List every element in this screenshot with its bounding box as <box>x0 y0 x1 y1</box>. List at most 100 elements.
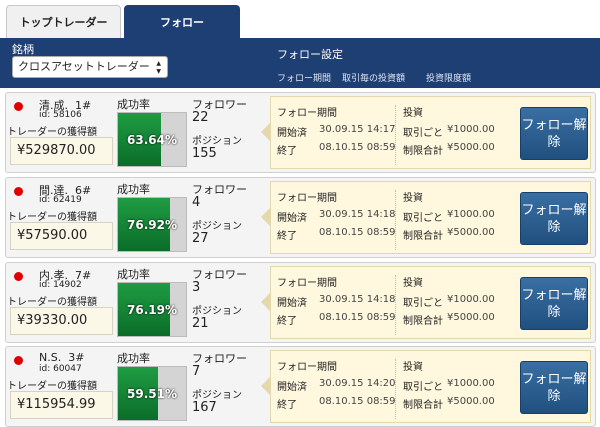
success-rate-value: 76.92% <box>127 217 177 232</box>
trader-card: 清.成. 1# id: 58106 トレーダーの獲得額 ¥529870.00 成功率 63… <box>5 92 596 173</box>
follow-settings-panel: フォロー期間 開始済 30.09.15 14:17 終了 08.10.15 08:59 投… <box>270 96 591 169</box>
flag-icon <box>11 354 25 366</box>
panel-divider <box>395 190 396 250</box>
panel-pointer <box>261 293 270 311</box>
success-rate-value: 76.19% <box>127 302 177 317</box>
flag-icon <box>11 185 25 197</box>
unfollow-button[interactable]: フォロー解除 <box>520 361 588 414</box>
follow-settings-panel: フォロー期間 開始済 30.09.15 14:18 終了 08.10.15 08:59 投… <box>270 181 591 254</box>
start-date: 30.09.15 14:17 <box>319 124 396 135</box>
follow-period-label: フォロー期間 <box>277 108 337 119</box>
positions-label: ポジション <box>192 306 242 317</box>
trader-id: id: 14902 <box>39 280 82 290</box>
trader-card: 内.孝. 7# id: 14902 トレーダーの獲得額 ¥39330.00 成功率 76.… <box>5 262 596 343</box>
col-invest-limit: 投資限度額 <box>426 74 472 84</box>
success-rate-label: 成功率 <box>117 268 150 281</box>
follow-settings-panel: フォロー期間 開始済 30.09.15 14:18 終了 08.10.15 08:59 投… <box>270 266 591 339</box>
per-trade-value: ¥1000.00 <box>447 378 495 389</box>
positions-value: 167 <box>192 400 217 415</box>
follow-period-label: フォロー期間 <box>277 362 337 373</box>
unfollow-button[interactable]: フォロー解除 <box>520 107 588 160</box>
success-rate-bar: 76.19% <box>117 282 187 337</box>
col-follow-period: フォロー期間 <box>277 74 332 84</box>
gain-value: ¥39330.00 <box>10 307 113 335</box>
flag-icon <box>11 100 25 112</box>
total-limit-label: 制限合計 <box>403 146 443 157</box>
trader-card: 間.達. 6# id: 62419 トレーダーの獲得額 ¥57590.00 成功率 76.… <box>5 177 596 258</box>
per-trade-label: 取引ごと <box>403 213 443 224</box>
sort-arrows-icon: ▲ ▼ <box>156 60 161 75</box>
end-label: 終了 <box>277 400 297 411</box>
filter-header: 銘柄 クロスアセットトレーダー ▲ ▼ フォロー設定 フォロー期間 取引毎の投資額… <box>0 38 600 88</box>
unfollow-button[interactable]: フォロー解除 <box>520 192 588 245</box>
success-rate-value: 59.51% <box>127 386 177 401</box>
per-trade-label: 取引ごと <box>403 298 443 309</box>
started-label: 開始済 <box>277 128 307 139</box>
start-date: 30.09.15 14:20 <box>319 378 396 389</box>
success-rate-label: 成功率 <box>117 352 150 365</box>
per-trade-value: ¥1000.00 <box>447 209 495 220</box>
filter-label: 銘柄 <box>12 43 34 56</box>
panel-pointer <box>261 377 270 395</box>
end-date: 08.10.15 08:59 <box>319 312 396 323</box>
panel-divider <box>395 359 396 419</box>
positions-label: ポジション <box>192 390 242 401</box>
panel-pointer <box>261 208 270 226</box>
gain-label: トレーダーの獲得額 <box>7 127 97 138</box>
invest-label: 投資 <box>403 193 423 204</box>
end-label: 終了 <box>277 146 297 157</box>
positions-label: ポジション <box>192 221 242 232</box>
end-date: 08.10.15 08:59 <box>319 396 396 407</box>
start-date: 30.09.15 14:18 <box>319 294 396 305</box>
panel-pointer <box>261 123 270 141</box>
positions-value: 21 <box>192 316 209 331</box>
success-rate-bar: 59.51% <box>117 366 187 421</box>
asset-select-value: クロスアセットトレーダー <box>18 60 150 73</box>
total-limit-label: 制限合計 <box>403 400 443 411</box>
flag-icon <box>11 270 25 282</box>
panel-divider <box>395 275 396 335</box>
followers-value: 22 <box>192 110 209 125</box>
end-label: 終了 <box>277 316 297 327</box>
follow-period-label: フォロー期間 <box>277 278 337 289</box>
success-rate-bar: 76.92% <box>117 197 187 252</box>
invest-label: 投資 <box>403 108 423 119</box>
trader-id: id: 62419 <box>39 195 82 205</box>
positions-value: 155 <box>192 146 217 161</box>
success-rate-label: 成功率 <box>117 183 150 196</box>
per-trade-label: 取引ごと <box>403 382 443 393</box>
followers-value: 4 <box>192 195 201 210</box>
positions-label: ポジション <box>192 136 242 147</box>
per-trade-value: ¥1000.00 <box>447 124 495 135</box>
started-label: 開始済 <box>277 298 307 309</box>
gain-value: ¥57590.00 <box>10 222 113 250</box>
trader-card: N.S. 3# id: 60047 トレーダーの獲得額 ¥115954.99 成功率 59… <box>5 346 596 427</box>
success-rate-bar: 63.64% <box>117 112 187 167</box>
unfollow-button[interactable]: フォロー解除 <box>520 277 588 330</box>
trader-id: id: 60047 <box>39 364 82 374</box>
per-trade-label: 取引ごと <box>403 128 443 139</box>
gain-value: ¥115954.99 <box>10 391 113 419</box>
per-trade-value: ¥1000.00 <box>447 294 495 305</box>
gain-value: ¥529870.00 <box>10 137 113 165</box>
follow-settings-panel: フォロー期間 開始済 30.09.15 14:20 終了 08.10.15 08:59 投… <box>270 350 591 423</box>
started-label: 開始済 <box>277 213 307 224</box>
total-limit-value: ¥5000.00 <box>447 227 495 238</box>
positions-value: 27 <box>192 231 209 246</box>
total-limit-value: ¥5000.00 <box>447 142 495 153</box>
end-date: 08.10.15 08:59 <box>319 142 396 153</box>
start-date: 30.09.15 14:18 <box>319 209 396 220</box>
gain-label: トレーダーの獲得額 <box>7 212 97 223</box>
total-limit-label: 制限合計 <box>403 231 443 242</box>
end-label: 終了 <box>277 231 297 242</box>
asset-select[interactable]: クロスアセットトレーダー ▲ ▼ <box>12 56 168 78</box>
tab-top-traders[interactable]: トップトレーダー <box>6 5 121 38</box>
success-rate-value: 63.64% <box>127 132 177 147</box>
total-limit-value: ¥5000.00 <box>447 312 495 323</box>
trader-name[interactable]: N.S. 3# <box>39 351 84 364</box>
gain-label: トレーダーの獲得額 <box>7 381 97 392</box>
total-limit-label: 制限合計 <box>403 316 443 327</box>
invest-label: 投資 <box>403 278 423 289</box>
follow-settings-title: フォロー設定 <box>277 48 343 61</box>
tab-follow[interactable]: フォロー <box>124 5 240 38</box>
